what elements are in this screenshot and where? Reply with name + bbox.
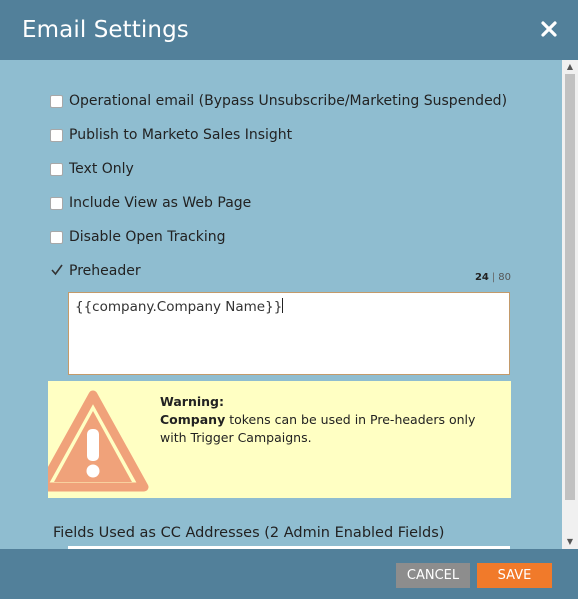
scroll-up-icon[interactable]: ▲	[562, 60, 578, 74]
option-preheader[interactable]: Preheader	[50, 262, 141, 280]
warning-message: Company tokens can be used in Pre-header…	[160, 411, 505, 447]
char-max: 80	[498, 272, 511, 283]
warning-triangle-icon	[48, 390, 149, 492]
close-icon[interactable]	[538, 18, 560, 40]
option-view-as-web-page[interactable]: Include View as Web Page	[50, 194, 251, 212]
option-label: Publish to Marketo Sales Insight	[69, 127, 293, 143]
warning-text: Warning: Company tokens can be used in P…	[160, 393, 505, 447]
scroll-down-icon[interactable]: ▼	[562, 535, 578, 549]
dialog-title: Email Settings	[22, 17, 189, 43]
publish-sales-insight-checkbox[interactable]	[50, 128, 63, 142]
option-label: Text Only	[69, 161, 134, 177]
text-caret	[282, 298, 284, 313]
operational-email-checkbox[interactable]	[50, 94, 63, 108]
disable-open-tracking-checkbox[interactable]	[50, 230, 63, 244]
option-operational-email[interactable]: Operational email (Bypass Unsubscribe/Ma…	[50, 92, 507, 110]
warning-token-name: Company	[160, 412, 226, 427]
dialog-header: Email Settings	[0, 0, 578, 60]
option-label: Disable Open Tracking	[69, 229, 226, 245]
scroll-thumb[interactable]	[565, 74, 575, 500]
option-disable-open-tracking[interactable]: Disable Open Tracking	[50, 228, 226, 246]
dialog-body: Operational email (Bypass Unsubscribe/Ma…	[0, 60, 562, 549]
cancel-button[interactable]: CANCEL	[396, 563, 470, 588]
char-count: 24	[474, 272, 489, 283]
preheader-input[interactable]: {{company.Company Name}}	[68, 292, 510, 375]
dialog-footer: CANCEL SAVE	[0, 549, 578, 599]
preheader-value: {{company.Company Name}}	[75, 299, 283, 315]
option-text-only[interactable]: Text Only	[50, 160, 134, 178]
option-label: Include View as Web Page	[69, 195, 252, 211]
preheader-char-counter: 24 | 80	[475, 272, 511, 283]
warning-title: Warning:	[160, 394, 224, 409]
option-publish-sales-insight[interactable]: Publish to Marketo Sales Insight	[50, 126, 292, 144]
dialog-scrollbar[interactable]: ▲ ▼	[562, 60, 578, 549]
view-as-web-page-checkbox[interactable]	[50, 196, 63, 210]
option-label: Operational email (Bypass Unsubscribe/Ma…	[69, 93, 508, 109]
counter-separator: |	[491, 272, 496, 283]
cc-fields-label: Fields Used as CC Addresses (2 Admin Ena…	[53, 525, 445, 541]
checkmark-icon	[51, 264, 63, 275]
save-button[interactable]: SAVE	[477, 563, 552, 588]
text-only-checkbox[interactable]	[50, 162, 63, 176]
preheader-checkbox[interactable]	[50, 264, 63, 278]
option-label: Preheader	[69, 263, 141, 279]
warning-box: Warning: Company tokens can be used in P…	[48, 381, 511, 498]
